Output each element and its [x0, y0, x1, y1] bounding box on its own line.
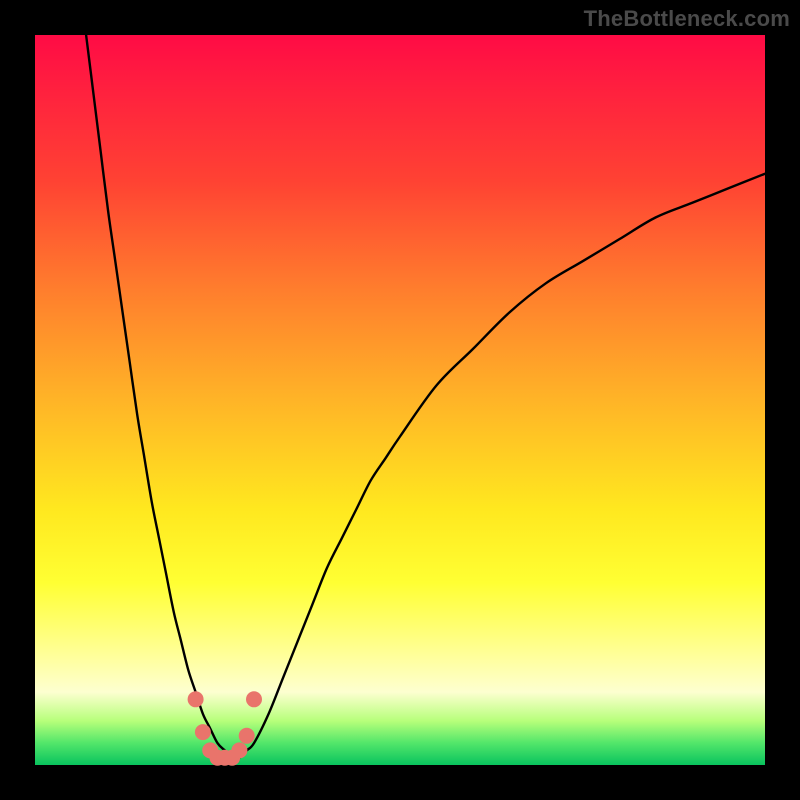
threshold-marker — [195, 724, 211, 740]
outer-frame: TheBottleneck.com — [0, 0, 800, 800]
bottleneck-curve — [86, 35, 765, 759]
threshold-marker — [239, 728, 255, 744]
threshold-marker — [231, 742, 247, 758]
threshold-marker — [246, 691, 262, 707]
threshold-markers — [188, 691, 262, 765]
chart-svg — [35, 35, 765, 765]
watermark-text: TheBottleneck.com — [584, 6, 790, 32]
plot-area — [35, 35, 765, 765]
threshold-marker — [188, 691, 204, 707]
